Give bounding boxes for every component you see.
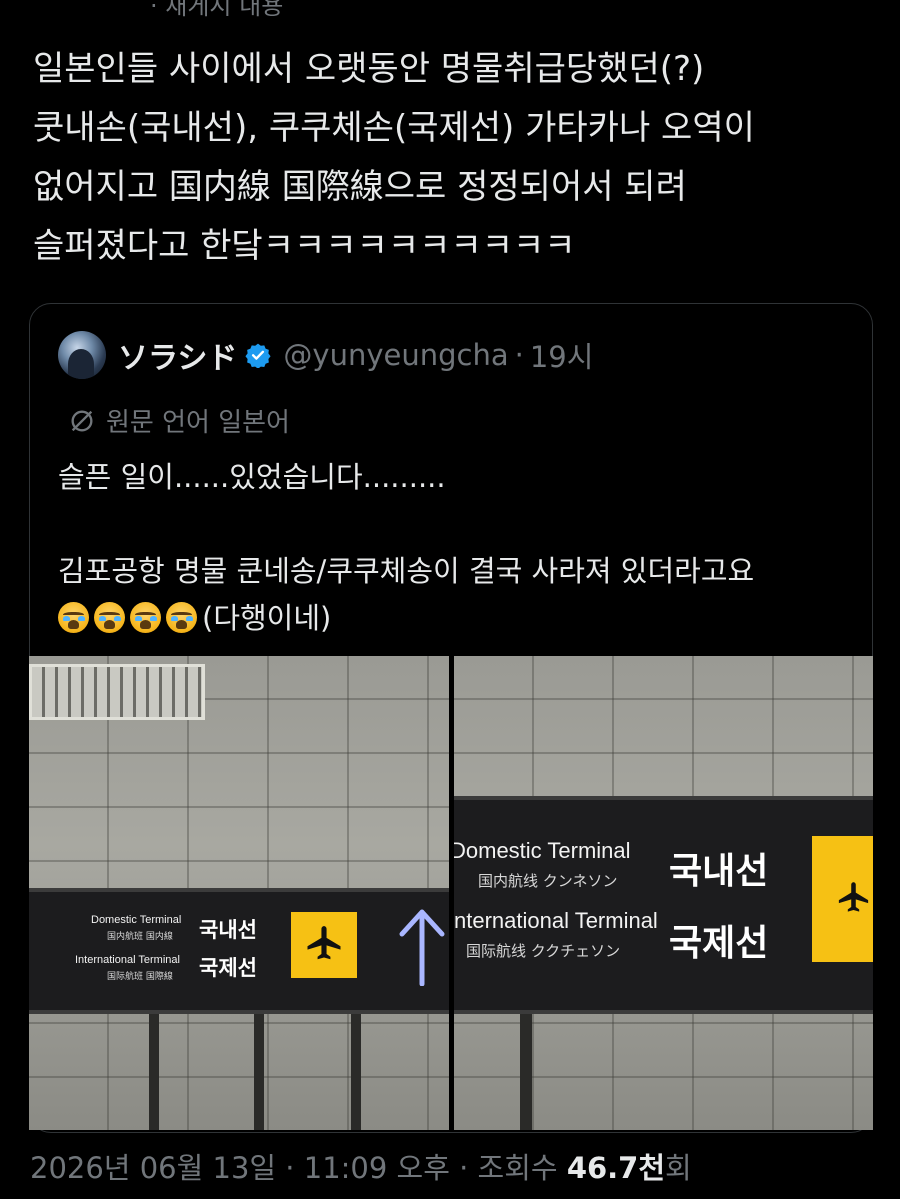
quoted-display-name[interactable]: ソラシド [118,333,237,377]
quoted-text-line: (다행이네) [58,595,858,642]
loudly-crying-face-icon [130,602,161,633]
quoted-post-text: 슬픈 일이......있었습니다......... 김포공항 명물 쿤네송/쿠쿠… [58,454,858,642]
sign-domestic-ko: 국내선 [199,918,257,942]
quoted-post-header: ソラシド @yunyeungcha · 19시 [58,330,593,380]
sign-domestic-sub: 国内航班 国内線 [107,932,173,942]
sign-pole [149,1006,159,1130]
sign-international-ko: 국제선 [669,923,769,964]
post-datetime[interactable]: 2026년 06월 13일 · 11:09 오후 · 조회수 [30,1151,567,1185]
translation-label: 원문 언어 일본어 [106,408,290,438]
separator-dot: · [514,338,524,372]
sign-domestic-en: Domestic Terminal [91,914,182,926]
sign-pole [254,1006,264,1130]
post-text-line: 쿳내손(국내선), 쿠쿠체손(국제선) 가타카나 오역이 [33,108,755,148]
sign-international-sub: 国际航线 ククチェソン [466,942,621,960]
sign-domestic-ko: 국내선 [669,851,769,892]
sign-international-sub: 国际航班 国際線 [107,972,173,982]
loudly-crying-face-icon [58,602,89,633]
post-metadata: 2026년 06월 13일 · 11:09 오후 · 조회수 46.7천회 [30,1145,692,1187]
view-count: 46.7천 [566,1151,666,1185]
loudly-crying-face-icon [94,602,125,633]
translation-notice[interactable]: 원문 언어 일본어 [68,402,290,439]
verified-badge-icon [245,343,271,368]
quoted-timestamp[interactable]: 19시 [530,334,594,376]
quoted-text-line: 슬픈 일이......있었습니다......... [58,460,446,494]
quoted-text-line: 김포공항 명물 쿤네송/쿠쿠체송이 결국 사라져 있더라고요 [58,554,755,588]
post-text-line: 일본인들 사이에서 오랫동안 명물취급당했던(?) [33,49,705,89]
sign-international-en: International Terminal [75,954,180,966]
post-text-line: 슬퍼졌다고 한닼ㅋㅋㅋㅋㅋㅋㅋㅋㅋㅋ [33,226,576,266]
airplane-icon [812,836,873,962]
up-arrow-icon [399,909,445,986]
post-text-line: 없어지고 国内線 国際線으로 정정되어서 되려 [33,167,687,207]
sign-pole [351,1006,361,1130]
sign-domestic-en: Domestic Terminal [454,838,631,863]
view-count-suffix: 회 [665,1151,692,1185]
sign-pole [520,1006,532,1130]
airplane-icon [291,912,357,978]
terminal-sign: Domestic Terminal 国内航线 クンネソン 국내선 nternat… [454,796,873,1014]
attached-photo-right[interactable]: Domestic Terminal 国内航线 クンネソン 국내선 nternat… [454,656,873,1130]
terminal-sign: Domestic Terminal 国内航班 国内線 국내선 Internati… [29,888,449,1014]
sign-international-ko: 국제선 [199,956,257,980]
translate-icon [71,410,93,431]
sign-international-en: nternational Terminal [454,908,658,933]
post-text: 일본인들 사이에서 오랫동안 명물취급당했던(?) 쿳내손(국내선), 쿠쿠체손… [33,40,883,276]
sign-domestic-sub: 国内航线 クンネソン [478,872,618,890]
quoted-handle[interactable]: @yunyeungcha [283,338,508,372]
ceiling-vent [29,664,205,720]
loudly-crying-face-icon [166,602,197,633]
avatar[interactable] [58,331,106,379]
attached-photo-left[interactable]: Domestic Terminal 国内航班 国内線 국내선 Internati… [29,656,449,1130]
quoted-text-suffix: (다행이네) [202,601,332,635]
retweet-context-cut: · 재게시 내용 [150,0,284,20]
